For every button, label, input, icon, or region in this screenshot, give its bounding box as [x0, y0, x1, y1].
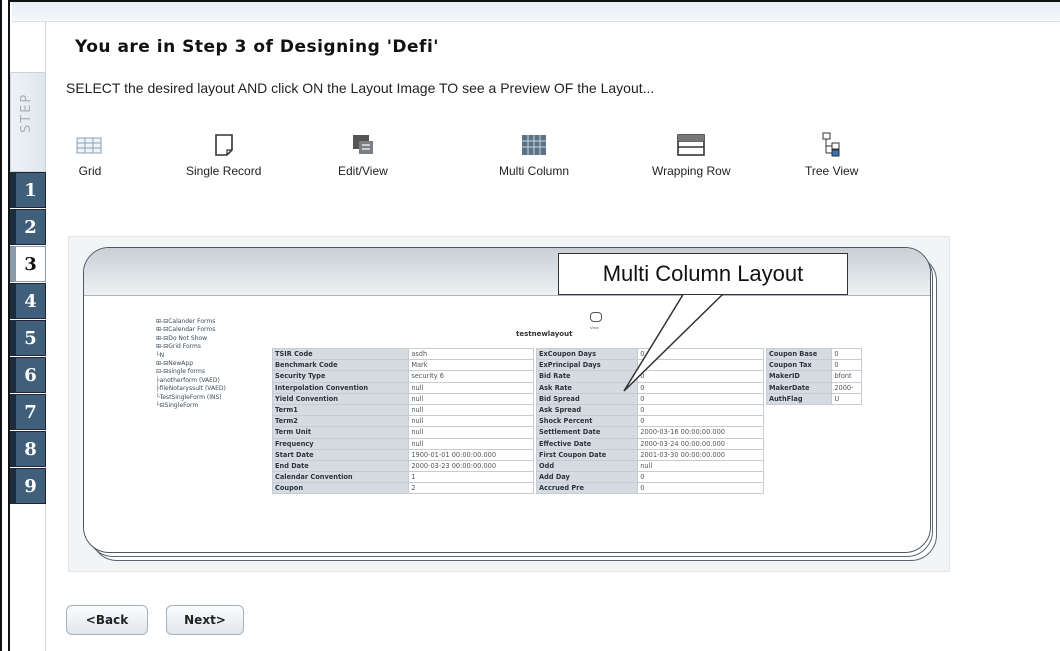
page-title: You are in Step 3 of Designing 'Defi'	[75, 37, 439, 57]
step-tab-6[interactable]: 6	[10, 357, 46, 393]
step-rail: STEP 1 2 3 4 5 6 7 8 9	[10, 22, 46, 651]
multi-column-icon	[519, 132, 549, 158]
next-button[interactable]: Next>	[166, 605, 244, 635]
step-tab-2[interactable]: 2	[10, 209, 46, 245]
step-tab-9[interactable]: 9	[10, 468, 46, 504]
layout-option-multi-column[interactable]: Multi Column	[499, 132, 569, 178]
back-button[interactable]: <Back	[66, 605, 148, 635]
step-tab-7[interactable]: 7	[10, 394, 46, 430]
preview-card: ⊞-⊟Calander Forms ⊞-⊟Calendar Forms ⊞-⊟D…	[83, 247, 931, 553]
layout-label: Edit/View	[338, 164, 388, 178]
layout-label: Wrapping Row	[652, 164, 731, 178]
tree-view-icon	[817, 132, 847, 158]
step-label: STEP	[19, 92, 34, 133]
layout-option-grid[interactable]: Grid	[75, 132, 105, 178]
instruction-text: SELECT the desired layout AND click ON t…	[66, 80, 655, 96]
grid-icon	[75, 132, 105, 158]
layout-label: Grid	[78, 164, 102, 178]
layout-label: Multi Column	[499, 164, 570, 178]
layout-option-edit-view[interactable]: Edit/View	[338, 132, 388, 178]
single-record-icon	[209, 132, 239, 158]
step-label-panel: STEP	[10, 72, 46, 172]
layout-option-wrapping-row[interactable]: Wrapping Row	[652, 132, 730, 178]
callout-label: Multi Column Layout	[558, 253, 848, 295]
layout-label: Single Record	[186, 164, 262, 178]
layout-option-tree-view[interactable]: Tree View	[805, 132, 858, 178]
step-tab-4[interactable]: 4	[10, 283, 46, 319]
left-border	[0, 0, 10, 651]
step-tab-3[interactable]: 3	[10, 246, 46, 282]
layout-preview[interactable]: ⊞-⊟Calander Forms ⊞-⊟Calendar Forms ⊞-⊟D…	[68, 236, 950, 572]
layout-label: Tree View	[805, 164, 859, 178]
edit-view-icon	[348, 132, 378, 158]
step-tab-5[interactable]: 5	[10, 320, 46, 356]
step-tab-8[interactable]: 8	[10, 431, 46, 467]
layout-option-single-record[interactable]: Single Record	[186, 132, 261, 178]
step-tab-1[interactable]: 1	[10, 172, 46, 208]
wrapping-row-icon	[676, 132, 706, 158]
